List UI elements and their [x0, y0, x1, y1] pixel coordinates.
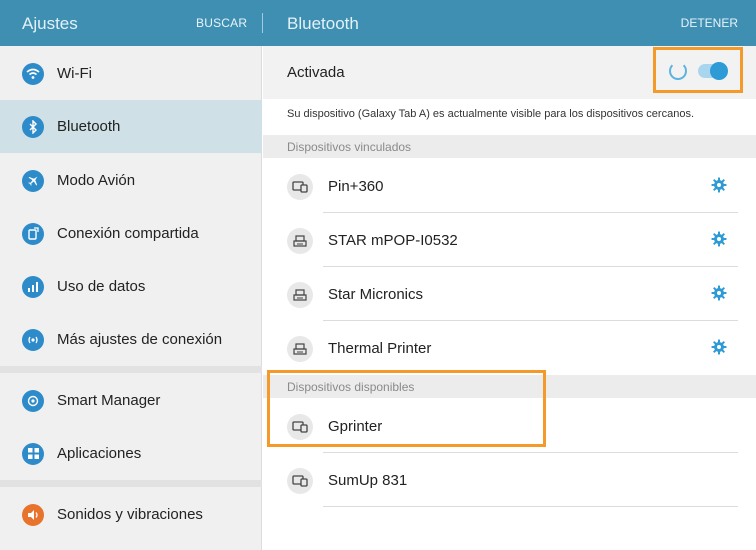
row-divider — [323, 506, 738, 507]
printer-icon — [287, 228, 313, 254]
sidebar-item-wifi[interactable]: Wi-Fi — [0, 47, 262, 100]
paired-device-row[interactable]: STAR mPOP-I0532 — [263, 213, 756, 267]
paired-device-row[interactable]: Thermal Printer — [263, 321, 756, 375]
search-button[interactable]: BUSCAR — [196, 16, 247, 30]
sidebar-item-label: Wi-Fi — [57, 65, 92, 82]
sidebar-item-tethering[interactable]: Conexión compartida — [0, 207, 262, 260]
gear-icon[interactable] — [709, 175, 729, 195]
settings-sidebar: Wi-Fi Bluetooth Modo Avión Conexión comp… — [0, 46, 262, 550]
gear-icon[interactable] — [709, 283, 729, 303]
available-device-row[interactable]: SumUp 831 — [263, 453, 756, 507]
device-name: Star Micronics — [328, 286, 424, 303]
sidebar-item-label: Modo Avión — [57, 172, 136, 189]
gear-icon[interactable] — [709, 229, 729, 249]
app-header: Ajustes BUSCAR Bluetooth DETENER — [0, 0, 756, 46]
bluetooth-icon — [22, 115, 44, 138]
visibility-note: Su dispositivo (Galaxy Tab A) es actualm… — [287, 108, 694, 120]
bluetooth-status-label: Activada — [287, 64, 345, 81]
sidebar-item-label: Smart Manager — [57, 392, 161, 409]
sidebar-item-label: Más ajustes de conexión — [57, 331, 223, 348]
printer-icon — [287, 282, 313, 308]
stop-button[interactable]: DETENER — [681, 16, 738, 30]
tablet-phone-icon — [287, 468, 313, 494]
device-name: SumUp 831 — [328, 472, 408, 489]
sidebar-item-applications[interactable]: Aplicaciones — [0, 427, 262, 480]
gear-icon[interactable] — [709, 337, 729, 357]
paired-devices-header: Dispositivos vinculados — [263, 135, 756, 158]
page-title: Bluetooth — [287, 14, 359, 33]
sidebar-item-label: Aplicaciones — [57, 445, 142, 462]
wifi-icon — [22, 62, 44, 85]
data-usage-icon — [22, 275, 44, 298]
device-name: STAR mPOP-I0532 — [328, 232, 458, 249]
sidebar-item-label: Conexión compartida — [57, 225, 199, 242]
printer-icon — [287, 336, 313, 362]
sidebar-item-label: Bluetooth — [57, 118, 121, 135]
apps-icon — [22, 442, 44, 465]
bluetooth-panel: Activada Su dispositivo (Galaxy Tab A) e… — [263, 46, 756, 550]
settings-title: Ajustes — [22, 14, 78, 33]
paired-device-row[interactable]: Star Micronics — [263, 267, 756, 321]
more-connections-icon — [22, 328, 44, 351]
sidebar-item-smart-manager[interactable]: Smart Manager — [0, 374, 262, 427]
sidebar-item-bluetooth[interactable]: Bluetooth — [0, 100, 262, 153]
sidebar-item-label: Uso de datos — [57, 278, 146, 295]
paired-devices-header-label: Dispositivos vinculados — [287, 140, 412, 154]
tablet-phone-icon — [287, 174, 313, 200]
available-devices-highlight-box — [267, 370, 546, 447]
sidebar-item-label: Sonidos y vibraciones — [57, 506, 203, 523]
paired-device-row[interactable]: Pin+360 — [263, 159, 756, 213]
sound-icon — [22, 503, 44, 526]
sidebar-item-airplane-mode[interactable]: Modo Avión — [0, 154, 262, 207]
device-name: Thermal Printer — [328, 340, 432, 357]
sidebar-divider — [0, 366, 262, 373]
smart-manager-icon — [22, 389, 44, 412]
sidebar-item-data-usage[interactable]: Uso de datos — [0, 260, 262, 313]
sidebar-divider — [0, 480, 262, 487]
device-name: Pin+360 — [328, 178, 384, 195]
header-divider — [262, 13, 263, 33]
toggle-highlight-box — [653, 47, 743, 93]
airplane-icon — [22, 169, 44, 192]
sidebar-item-more-connections[interactable]: Más ajustes de conexión — [0, 313, 262, 366]
sidebar-item-sounds[interactable]: Sonidos y vibraciones — [0, 488, 262, 541]
tethering-icon — [22, 222, 44, 245]
